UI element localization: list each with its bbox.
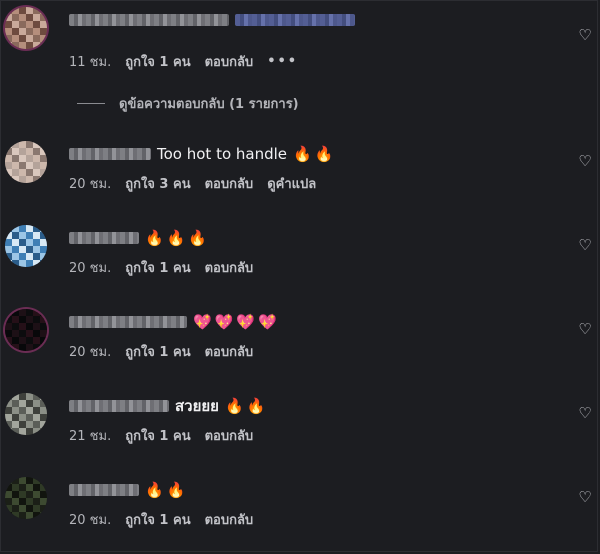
reply-button[interactable]: ตอบกลับ [205,51,254,72]
avatar[interactable] [5,393,47,435]
like-count[interactable]: ถูกใจ 1 คน [125,51,190,72]
like-count[interactable]: ถูกใจ 1 คน [125,341,190,362]
heart-outline-icon[interactable]: ♡ [577,321,593,337]
heart-outline-icon[interactable]: ♡ [577,27,593,43]
author-name-blurred[interactable] [69,484,139,496]
view-replies-label: ดูข้อความตอบกลับ (1 รายการ) [119,97,299,112]
comment-meta: 20 ชม. ถูกใจ 1 คน ตอบกลับ [69,341,253,362]
avatar-pixel [40,512,47,519]
comment-text: Too hot to handle [157,145,288,163]
like-count[interactable]: ถูกใจ 1 คน [125,509,190,530]
like-count[interactable]: ถูกใจ 1 คน [125,257,190,278]
comment-header: 🔥🔥🔥 [69,225,210,251]
avatar[interactable] [5,477,47,519]
comment-emojis: 🔥🔥🔥 [145,229,211,247]
comment-emojis: 🔥🔥 [145,481,189,499]
comment-item: 💖💖💖💖 20 ชม. ถูกใจ 1 คน ตอบกลับ ♡ [1,309,600,379]
reply-button[interactable]: ตอบกลับ [205,509,254,530]
heart-outline-icon[interactable]: ♡ [577,489,593,505]
like-count[interactable]: ถูกใจ 3 คน [125,173,190,194]
like-count[interactable]: ถูกใจ 1 คน [125,425,190,446]
comment-header [69,7,355,33]
author-name-blurred[interactable] [69,148,151,160]
avatar[interactable] [5,7,47,49]
comment-item: Too hot to handle 🔥🔥 20 ชม. ถูกใจ 3 คน ต… [1,141,600,211]
comment-item: 🔥🔥 20 ชม. ถูกใจ 1 คน ตอบกลับ ♡ [1,477,600,547]
comment-time: 20 ชม. [69,177,112,192]
author-name-blurred[interactable] [69,232,139,244]
comments-panel: 11 ชม. ถูกใจ 1 คน ตอบกลับ ••• ♡ ดูข้อควา… [0,0,598,552]
avatar-pixel [40,428,47,435]
comment-item: 🔥🔥🔥 20 ชม. ถูกใจ 1 คน ตอบกลับ ♡ [1,225,600,295]
comment-time: 20 ชม. [69,513,112,528]
comment-time: 21 ชม. [69,429,112,444]
reply-button[interactable]: ตอบกลับ [205,173,254,194]
comment-item: 11 ชม. ถูกใจ 1 คน ตอบกลับ ••• ♡ [1,7,600,77]
avatar[interactable] [5,309,47,351]
view-replies-link[interactable]: ดูข้อความตอบกลับ (1 รายการ) [77,93,299,114]
author-name-blurred[interactable] [69,316,187,328]
author-name-blurred[interactable] [69,14,229,26]
reply-button[interactable]: ตอบกลับ [205,257,254,278]
comment-text: สวยยย [175,397,219,415]
heart-outline-icon[interactable]: ♡ [577,237,593,253]
comment-meta: 20 ชม. ถูกใจ 1 คน ตอบกลับ [69,257,253,278]
reply-button[interactable]: ตอบกลับ [205,341,254,362]
comment-header: 💖💖💖💖 [69,309,280,335]
comment-meta: 20 ชม. ถูกใจ 1 คน ตอบกลับ [69,509,253,530]
avatar-pixel [40,344,47,351]
comment-meta: 20 ชม. ถูกใจ 3 คน ตอบกลับ ดูคำแปล [69,173,316,194]
comment-time: 11 ชม. [69,55,112,70]
avatar[interactable] [5,225,47,267]
more-options-icon[interactable]: ••• [267,54,298,69]
comment-time: 20 ชม. [69,345,112,360]
heart-outline-icon[interactable]: ♡ [577,153,593,169]
divider-line [77,103,105,104]
comment-item: สวยยย 🔥🔥 21 ชม. ถูกใจ 1 คน ตอบกลับ ♡ [1,393,600,463]
comment-meta: 11 ชม. ถูกใจ 1 คน ตอบกลับ ••• [69,51,298,72]
comment-emojis: 🔥🔥 [224,397,269,415]
comment-header: 🔥🔥 [69,477,188,503]
avatar-pixel [40,42,47,49]
tagged-user-blurred[interactable] [235,14,355,26]
translate-button[interactable]: ดูคำแปล [267,173,316,194]
comment-header: สวยยย 🔥🔥 [69,393,268,419]
heart-outline-icon[interactable]: ♡ [577,405,593,421]
comment-time: 20 ชม. [69,261,112,276]
avatar-pixel [40,260,47,267]
reply-button[interactable]: ตอบกลับ [205,425,254,446]
author-name-blurred[interactable] [69,400,169,412]
comment-emojis: 🔥🔥 [293,145,337,163]
avatar[interactable] [5,141,47,183]
comment-emojis: 💖💖💖💖 [193,313,280,331]
avatar-pixel [40,176,47,183]
comment-header: Too hot to handle 🔥🔥 [69,141,336,167]
comment-meta: 21 ชม. ถูกใจ 1 คน ตอบกลับ [69,425,253,446]
